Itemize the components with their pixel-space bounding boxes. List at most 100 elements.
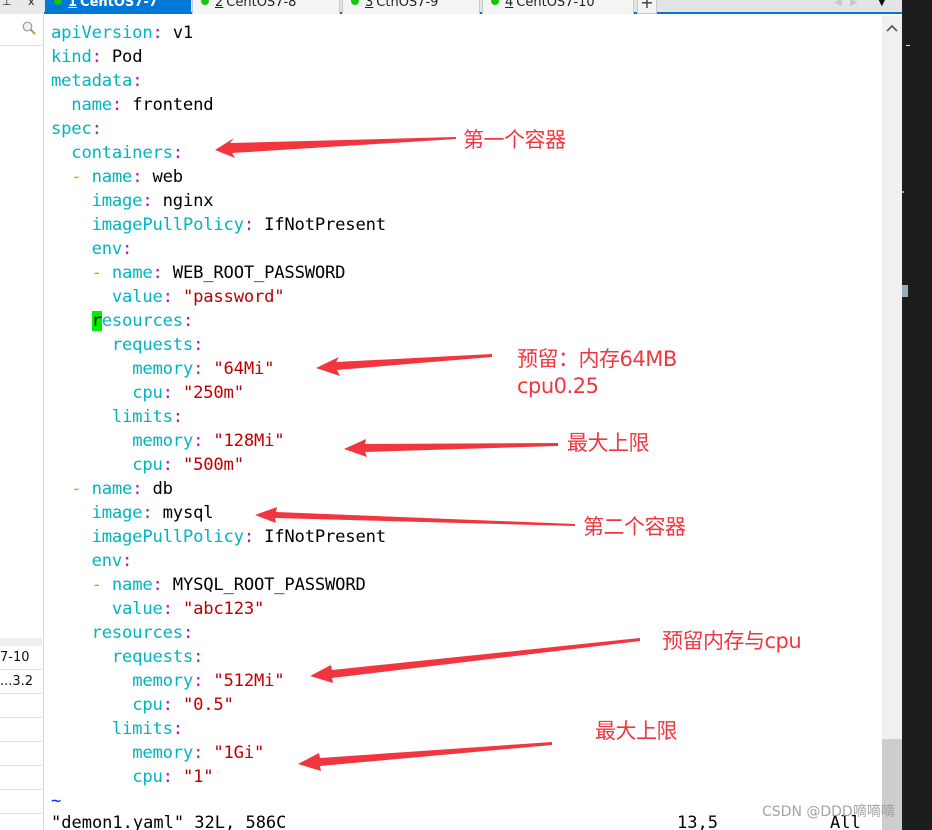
code-token: : bbox=[193, 359, 204, 379]
code-line: - name: WEB_ROOT_PASSWORD bbox=[51, 261, 386, 285]
session-list-item[interactable] bbox=[0, 718, 42, 742]
code-token: : bbox=[91, 47, 102, 67]
code-token: "password" bbox=[182, 287, 285, 307]
vertical-scrollbar[interactable] bbox=[882, 16, 902, 830]
scroll-up-icon[interactable] bbox=[886, 23, 898, 33]
code-token: esources bbox=[101, 311, 183, 331]
tab-close-icon[interactable]: ^ bbox=[614, 0, 623, 8]
tab-centos7-8[interactable]: 2 CentOS7-8 ^ bbox=[192, 0, 340, 14]
code-token: : bbox=[152, 263, 163, 283]
tab-centos7-7[interactable]: 1 CentOS7-7 ^ bbox=[45, 0, 191, 14]
close-icon[interactable]: x bbox=[28, 0, 35, 8]
code-token: Pod bbox=[101, 47, 143, 67]
session-search-input[interactable] bbox=[0, 14, 42, 46]
tab-list-dropdown-icon[interactable]: ▼ bbox=[878, 0, 886, 8]
code-token: memory bbox=[132, 743, 194, 763]
code-token: "512Mi" bbox=[213, 671, 285, 691]
session-list-item[interactable] bbox=[0, 790, 42, 814]
code-token: memory bbox=[132, 671, 194, 691]
code-token: image bbox=[91, 503, 143, 523]
code-token: db bbox=[142, 479, 174, 499]
code-token: : bbox=[162, 287, 173, 307]
code-line: requests: bbox=[51, 645, 386, 669]
code-line: limits: bbox=[51, 405, 386, 429]
code-token: image bbox=[91, 191, 143, 211]
annotation-second-container: 第二个容器 bbox=[583, 515, 686, 539]
code-token: : bbox=[162, 767, 173, 787]
annotation-max-limit-2: 最大上限 bbox=[595, 719, 678, 743]
code-token: WEB_ROOT_PASSWORD bbox=[162, 263, 346, 283]
tab-number: 4 bbox=[505, 0, 514, 10]
tab-close-icon[interactable]: ^ bbox=[171, 0, 180, 8]
code-token: cpu bbox=[132, 455, 163, 475]
tab-scroll-left-icon[interactable]: ◀ bbox=[834, 0, 842, 8]
session-list-item[interactable]: 3.2... bbox=[0, 670, 42, 694]
session-list-header bbox=[0, 638, 42, 646]
tab-scroll-right-icon[interactable]: ▶ bbox=[850, 0, 858, 8]
code-line: cpu: "0.5" bbox=[51, 693, 386, 717]
new-tab-button[interactable]: + bbox=[637, 0, 657, 14]
code-token: env bbox=[91, 239, 123, 259]
code-token: : bbox=[162, 599, 173, 619]
code-token: nginx bbox=[152, 191, 214, 211]
code-token: web bbox=[142, 167, 184, 187]
code-token: : bbox=[142, 191, 153, 211]
code-token: : bbox=[162, 455, 173, 475]
code-token: requests bbox=[111, 647, 194, 667]
pin-icon[interactable]: ⊥ bbox=[2, 0, 12, 8]
code-token: "250m" bbox=[182, 383, 244, 403]
code-line: - name: db bbox=[51, 477, 386, 501]
code-line: env: bbox=[51, 237, 386, 261]
status-dot-icon bbox=[54, 0, 62, 5]
code-token: frontend bbox=[122, 95, 214, 115]
session-list-item[interactable] bbox=[0, 742, 42, 766]
code-token: : bbox=[243, 215, 254, 235]
search-icon[interactable] bbox=[22, 21, 36, 35]
annotation-first-container: 第一个容器 bbox=[463, 128, 566, 152]
session-list-item[interactable] bbox=[0, 766, 42, 790]
annotation-reserve-cpu: cpu0.25 bbox=[517, 374, 599, 398]
code-token: : bbox=[193, 743, 204, 763]
code-token: memory bbox=[132, 431, 194, 451]
tab-cthos7-9[interactable]: 3 CthOS7-9 ^ bbox=[342, 0, 480, 14]
tab-centos7-10[interactable]: 4 CentOS7-10 ^ bbox=[482, 0, 634, 14]
code-line: kind: Pod bbox=[51, 45, 386, 69]
code-line: image: nginx bbox=[51, 189, 386, 213]
code-line: image: mysql bbox=[51, 501, 386, 525]
code-line: imagePullPolicy: IfNotPresent bbox=[51, 525, 386, 549]
tab-close-icon[interactable]: ^ bbox=[320, 0, 329, 8]
session-list: 7-10 3.2... bbox=[0, 638, 42, 814]
session-list-item[interactable] bbox=[0, 694, 42, 718]
watermark: CSDN @DDD嘀嘀嘀 bbox=[762, 804, 895, 820]
code-token: value bbox=[111, 287, 163, 307]
status-dot-icon bbox=[491, 0, 499, 5]
code-token: - bbox=[91, 263, 102, 283]
tab-close-icon[interactable]: ^ bbox=[460, 0, 469, 8]
tab-label: CthOS7-9 bbox=[376, 0, 439, 10]
code-token: "abc123" bbox=[182, 599, 265, 619]
code-token: cpu bbox=[132, 383, 163, 403]
code-token: : bbox=[122, 239, 133, 259]
session-list-item[interactable]: 7-10 bbox=[0, 646, 42, 670]
code-line: memory: "1Gi" bbox=[51, 741, 386, 765]
code-token: : bbox=[172, 719, 183, 739]
background-window bbox=[902, 0, 932, 830]
code-token: name bbox=[91, 479, 133, 499]
